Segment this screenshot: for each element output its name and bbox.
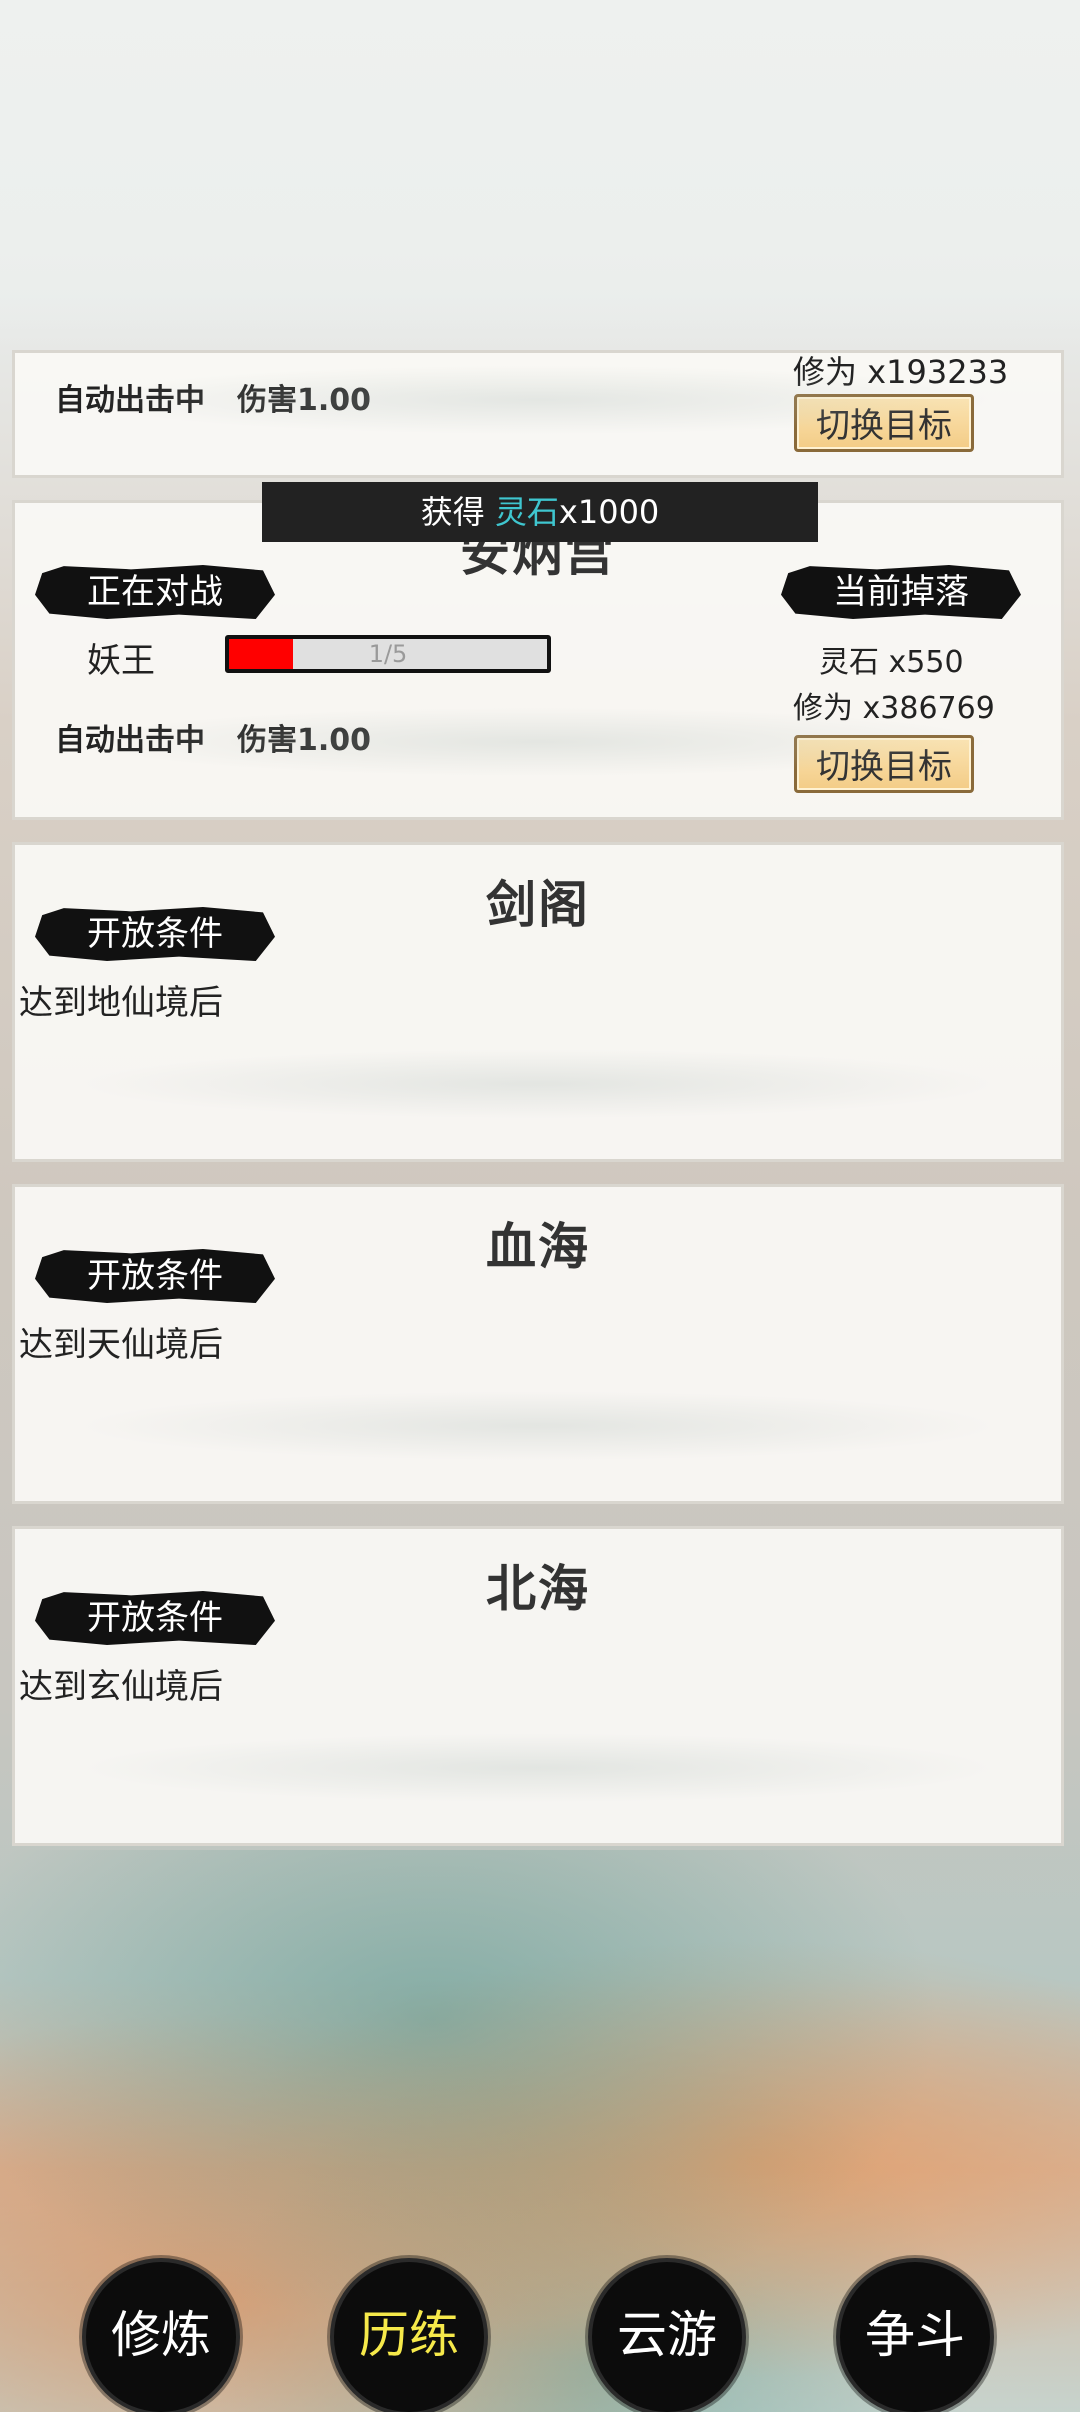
open-condition-label: 开放条件 [35, 1249, 275, 1303]
open-condition-label: 开放条件 [35, 1591, 275, 1645]
nav-travel-button[interactable]: 云游 [592, 2262, 742, 2412]
drop-xiuwei: 修为 x193233 [793, 353, 1009, 391]
open-condition-label: 开放条件 [35, 907, 275, 961]
nav-cultivate-button[interactable]: 修炼 [86, 2262, 236, 2412]
open-condition-text: 达到地仙境后 [19, 983, 223, 1023]
area-panel-xuehai[interactable]: 血海 开放条件 达到天仙境后 [12, 1184, 1064, 1504]
enemy-hp-text: 1/5 [368, 640, 408, 668]
toast-prefix: 获得 [420, 493, 495, 531]
drop-xiuwei: 修为 x386769 [793, 691, 995, 726]
auto-attack-status: 自动出击中 [55, 383, 205, 418]
area-panel-jiange[interactable]: 剑阁 开放条件 达到地仙境后 [12, 842, 1064, 1162]
current-drop-label: 当前掉落 [781, 565, 1021, 619]
damage-value: 伤害1.00 [237, 723, 372, 758]
area-panel-beihai[interactable]: 北海 开放条件 达到玄仙境后 [12, 1526, 1064, 1846]
enemy-name: 妖王 [87, 641, 155, 681]
auto-attack-status: 自动出击中 [55, 723, 205, 758]
fighting-label: 正在对战 [35, 565, 275, 619]
switch-target-button[interactable]: 切换目标 [794, 735, 974, 793]
nav-battle-button[interactable]: 争斗 [840, 2262, 990, 2412]
open-condition-text: 达到天仙境后 [19, 1325, 223, 1365]
toast-item: 灵石 [494, 493, 559, 531]
open-condition-text: 达到玄仙境后 [19, 1667, 223, 1707]
area-panel-battle: 安炳宫 正在对战 当前掉落 妖王 1/5 灵石 x550 修为 x386769 … [12, 500, 1064, 820]
reward-toast: 获得 灵石x1000 [262, 482, 818, 542]
top-sky [0, 0, 1080, 350]
area-panel-previous: 修为 x193233 自动出击中 伤害1.00 切换目标 [12, 350, 1064, 478]
switch-target-button[interactable]: 切换目标 [794, 394, 974, 452]
toast-amount: x1000 [558, 493, 660, 531]
nav-training-button[interactable]: 历练 [334, 2262, 484, 2412]
enemy-hp-bar: 1/5 [225, 635, 551, 673]
drop-lingshi: 灵石 x550 [819, 645, 964, 680]
damage-value: 伤害1.00 [237, 383, 372, 418]
